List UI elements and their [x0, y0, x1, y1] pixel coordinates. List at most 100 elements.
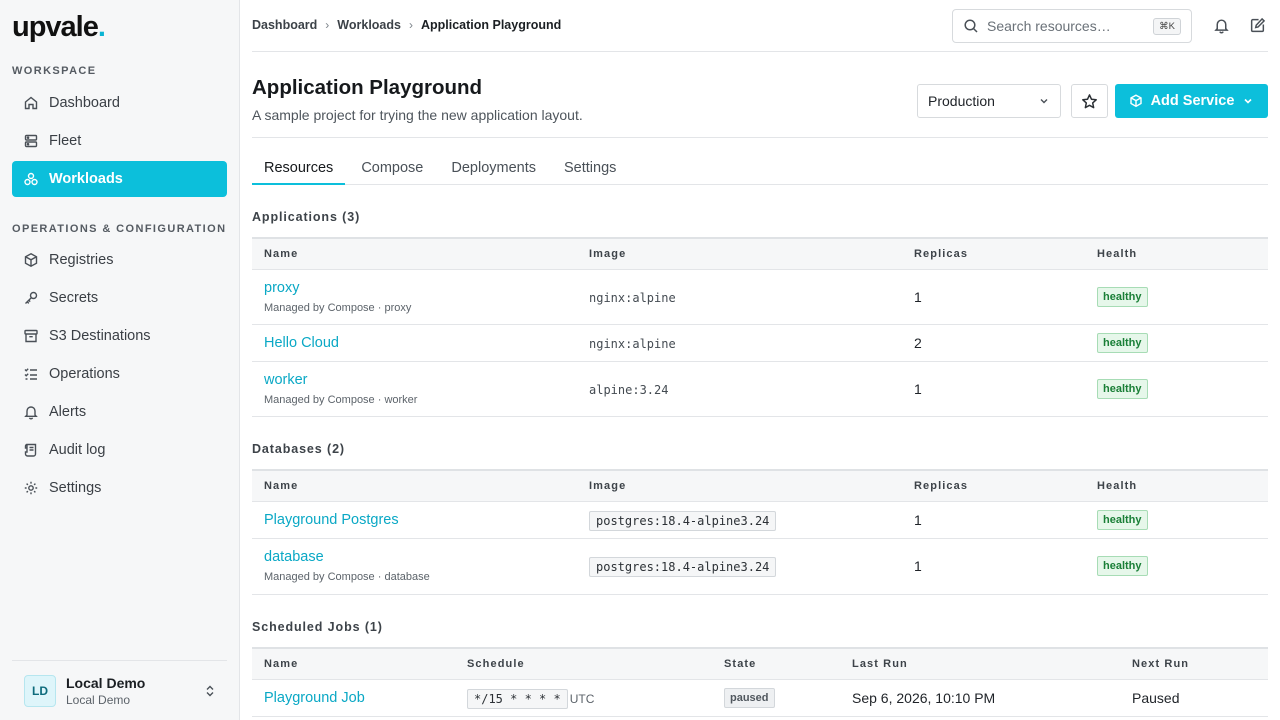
edit-note-icon[interactable] — [1249, 17, 1266, 34]
replica-count: 1 — [902, 361, 1085, 417]
sidebar-item-audit-log[interactable]: Audit log — [12, 432, 227, 468]
applications-table: Name Image Replicas Health proxy Managed … — [252, 237, 1268, 417]
resource-link[interactable]: Hello Cloud — [264, 335, 577, 351]
avatar: LD — [24, 674, 56, 707]
topbar: Dashboard › Workloads › Application Play… — [252, 0, 1268, 52]
sidebar-item-label: S3 Destinations — [49, 328, 151, 344]
search-icon — [964, 19, 978, 33]
jobs-section-title: Scheduled Jobs (1) — [252, 620, 383, 634]
tab-settings[interactable]: Settings — [552, 152, 628, 184]
tab-compose[interactable]: Compose — [349, 152, 435, 184]
next-run: Paused — [1120, 679, 1268, 717]
databases-table: Name Image Replicas Health Playground Po… — [252, 469, 1268, 595]
health-badge: healthy — [1097, 286, 1148, 307]
column-header: Replicas — [902, 238, 1085, 270]
sidebar: upvale. Workspace Dashboard Fleet Worklo… — [0, 0, 240, 720]
tab-resources[interactable]: Resources — [252, 152, 346, 185]
gear-icon — [24, 481, 38, 495]
account-switcher[interactable]: LD Local Demo Local Demo — [12, 660, 227, 720]
resource-link[interactable]: Playground Postgres — [264, 512, 577, 528]
column-header: Health — [1085, 238, 1268, 270]
jobs-table: Name Schedule State Last Run Next Run Pl… — [252, 647, 1268, 717]
scroll-icon — [24, 443, 37, 457]
image-name: postgres:18.4-alpine3.24 — [589, 557, 777, 577]
sidebar-item-registries[interactable]: Registries — [12, 242, 227, 278]
timezone: UTC — [569, 691, 595, 706]
package-plus-icon — [1129, 94, 1142, 108]
column-header: Replicas — [902, 470, 1085, 502]
sidebar-item-s3-destinations[interactable]: S3 Destinations — [12, 318, 227, 354]
archive-icon — [24, 329, 38, 343]
table-row[interactable]: worker Managed by Compose · worker alpine… — [252, 361, 1268, 417]
last-run: Sep 6, 2026, 10:10 PM — [840, 679, 1120, 717]
star-icon — [1082, 93, 1097, 108]
column-header[interactable]: Name — [252, 648, 455, 680]
replica-count: 1 — [902, 538, 1085, 595]
table-row[interactable]: Hello Cloud nginx:alpine 2 healthy — [252, 324, 1268, 362]
resource-link[interactable]: database — [264, 549, 577, 565]
column-header: Health — [1085, 470, 1268, 502]
main-content: Dashboard › Workloads › Application Play… — [240, 0, 1280, 720]
chevron-down-icon — [1040, 99, 1048, 104]
ops-section-label: Operations & Configuration — [12, 223, 227, 235]
breadcrumb-workloads[interactable]: Workloads — [337, 18, 401, 32]
sidebar-item-label: Settings — [49, 480, 102, 496]
column-header[interactable]: Name — [252, 238, 577, 270]
replica-count: 1 — [902, 501, 1085, 539]
bell-icon — [24, 406, 38, 420]
logo[interactable]: upvale. — [12, 11, 106, 44]
sidebar-item-settings[interactable]: Settings — [12, 470, 227, 506]
add-service-label: Add Service — [1150, 93, 1235, 109]
user-info: Local Demo Local Demo — [66, 675, 203, 707]
sidebar-item-dashboard[interactable]: Dashboard — [12, 85, 227, 121]
table-row[interactable]: database Managed by Compose · database po… — [252, 538, 1268, 595]
state-badge: paused — [724, 687, 775, 708]
sidebar-item-label: Fleet — [49, 133, 82, 149]
resource-link[interactable]: worker — [264, 372, 577, 388]
sidebar-item-alerts[interactable]: Alerts — [12, 394, 227, 430]
table-header-row: Name Schedule State Last Run Next Run — [252, 648, 1268, 680]
key-icon — [25, 291, 38, 304]
chevron-right-icon: › — [408, 18, 413, 32]
page-subtitle: A sample project for trying the new appl… — [252, 107, 583, 123]
table-row[interactable]: proxy Managed by Compose · proxy nginx:al… — [252, 269, 1268, 325]
search-shortcut: ⌘K — [1153, 17, 1181, 35]
environment-select[interactable]: Production — [917, 84, 1061, 118]
resource-subtitle: Managed by Compose · proxy — [264, 301, 412, 314]
sidebar-item-operations[interactable]: Operations — [12, 356, 227, 392]
resource-link[interactable]: Playground Job — [264, 690, 455, 706]
search-input[interactable]: Search resources… ⌘K — [952, 9, 1192, 43]
bell-icon[interactable] — [1213, 17, 1230, 34]
user-org: Local Demo — [66, 692, 131, 707]
image-name: postgres:18.4-alpine3.24 — [589, 510, 777, 531]
column-header: Image — [577, 238, 902, 270]
health-badge: healthy — [1097, 378, 1148, 399]
sidebar-item-label: Operations — [49, 366, 120, 382]
add-service-button[interactable]: Add Service — [1115, 84, 1268, 118]
breadcrumb: Dashboard › Workloads › Application Play… — [252, 18, 561, 32]
environment-value: Production — [928, 93, 995, 109]
replica-count: 2 — [902, 324, 1085, 362]
databases-section-title: Databases (2) — [252, 442, 345, 456]
image-name: alpine:3.24 — [589, 382, 669, 397]
workspace-section-label: Workspace — [12, 65, 97, 77]
tab-deployments[interactable]: Deployments — [439, 152, 548, 184]
sidebar-item-workloads[interactable]: Workloads — [12, 161, 227, 197]
resource-link[interactable]: proxy — [264, 280, 577, 296]
user-name: Local Demo — [66, 674, 146, 691]
table-row[interactable]: Playground Job */15 * * * * UTC paused Se… — [252, 679, 1268, 717]
resource-subtitle: Managed by Compose · database — [264, 571, 430, 583]
sidebar-item-label: Audit log — [49, 442, 106, 458]
tab-bar: Resources Compose Deployments Settings — [252, 152, 1268, 185]
replica-count: 1 — [902, 269, 1085, 325]
sidebar-item-secrets[interactable]: Secrets — [12, 280, 227, 316]
table-header-row: Name Image Replicas Health — [252, 470, 1268, 502]
breadcrumb-dashboard[interactable]: Dashboard — [252, 18, 317, 32]
sidebar-item-fleet[interactable]: Fleet — [12, 123, 227, 159]
sidebar-item-label: Dashboard — [49, 95, 120, 111]
column-header[interactable]: Name — [252, 470, 577, 502]
favorite-button[interactable] — [1071, 84, 1108, 118]
home-icon — [24, 96, 38, 110]
list-check-icon — [24, 368, 37, 380]
table-row[interactable]: Playground Postgres postgres:18.4-alpine… — [252, 501, 1268, 539]
